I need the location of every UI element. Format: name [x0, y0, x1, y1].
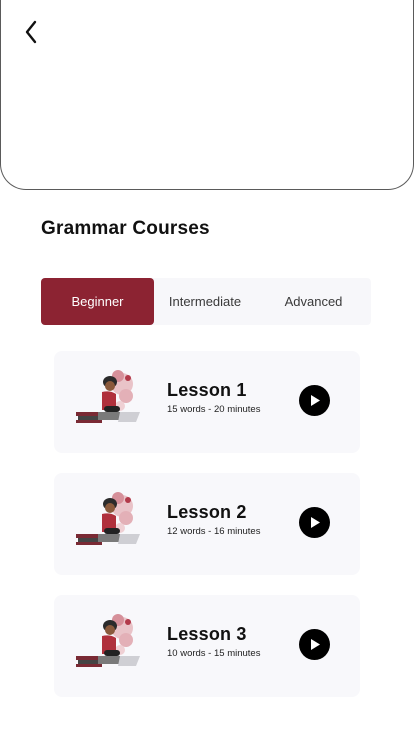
- lesson-title: Lesson 2: [167, 502, 247, 522]
- student-reading-illustration: [76, 614, 140, 667]
- back-button[interactable]: [18, 19, 44, 45]
- lesson-meta: 12 words - 16 minutes: [167, 526, 261, 537]
- play-button[interactable]: [299, 629, 330, 660]
- header-image-area: [0, 0, 414, 190]
- play-icon: [310, 517, 320, 528]
- student-reading-illustration: [76, 370, 140, 423]
- play-icon: [310, 639, 320, 650]
- level-tabs: Beginner Intermediate Advanced: [41, 278, 371, 325]
- tab-advanced[interactable]: Advanced: [256, 278, 371, 325]
- tab-beginner[interactable]: Beginner: [41, 278, 154, 325]
- lesson-meta: 15 words - 20 minutes: [167, 404, 261, 415]
- play-button[interactable]: [299, 385, 330, 416]
- lesson-title: Lesson 1: [167, 380, 247, 400]
- lesson-card[interactable]: Lesson 1 15 words - 20 minutes: [54, 351, 360, 453]
- lesson-card[interactable]: Lesson 2 12 words - 16 minutes: [54, 473, 360, 575]
- chevron-left-icon: [25, 20, 37, 44]
- play-button[interactable]: [299, 507, 330, 538]
- student-reading-illustration: [76, 492, 140, 545]
- play-icon: [310, 395, 320, 406]
- lesson-meta: 10 words - 15 minutes: [167, 648, 261, 659]
- tab-intermediate[interactable]: Intermediate: [154, 278, 256, 325]
- lesson-card[interactable]: Lesson 3 10 words - 15 minutes: [54, 595, 360, 697]
- lesson-title: Lesson 3: [167, 624, 247, 644]
- section-title: Grammar Courses: [41, 218, 210, 239]
